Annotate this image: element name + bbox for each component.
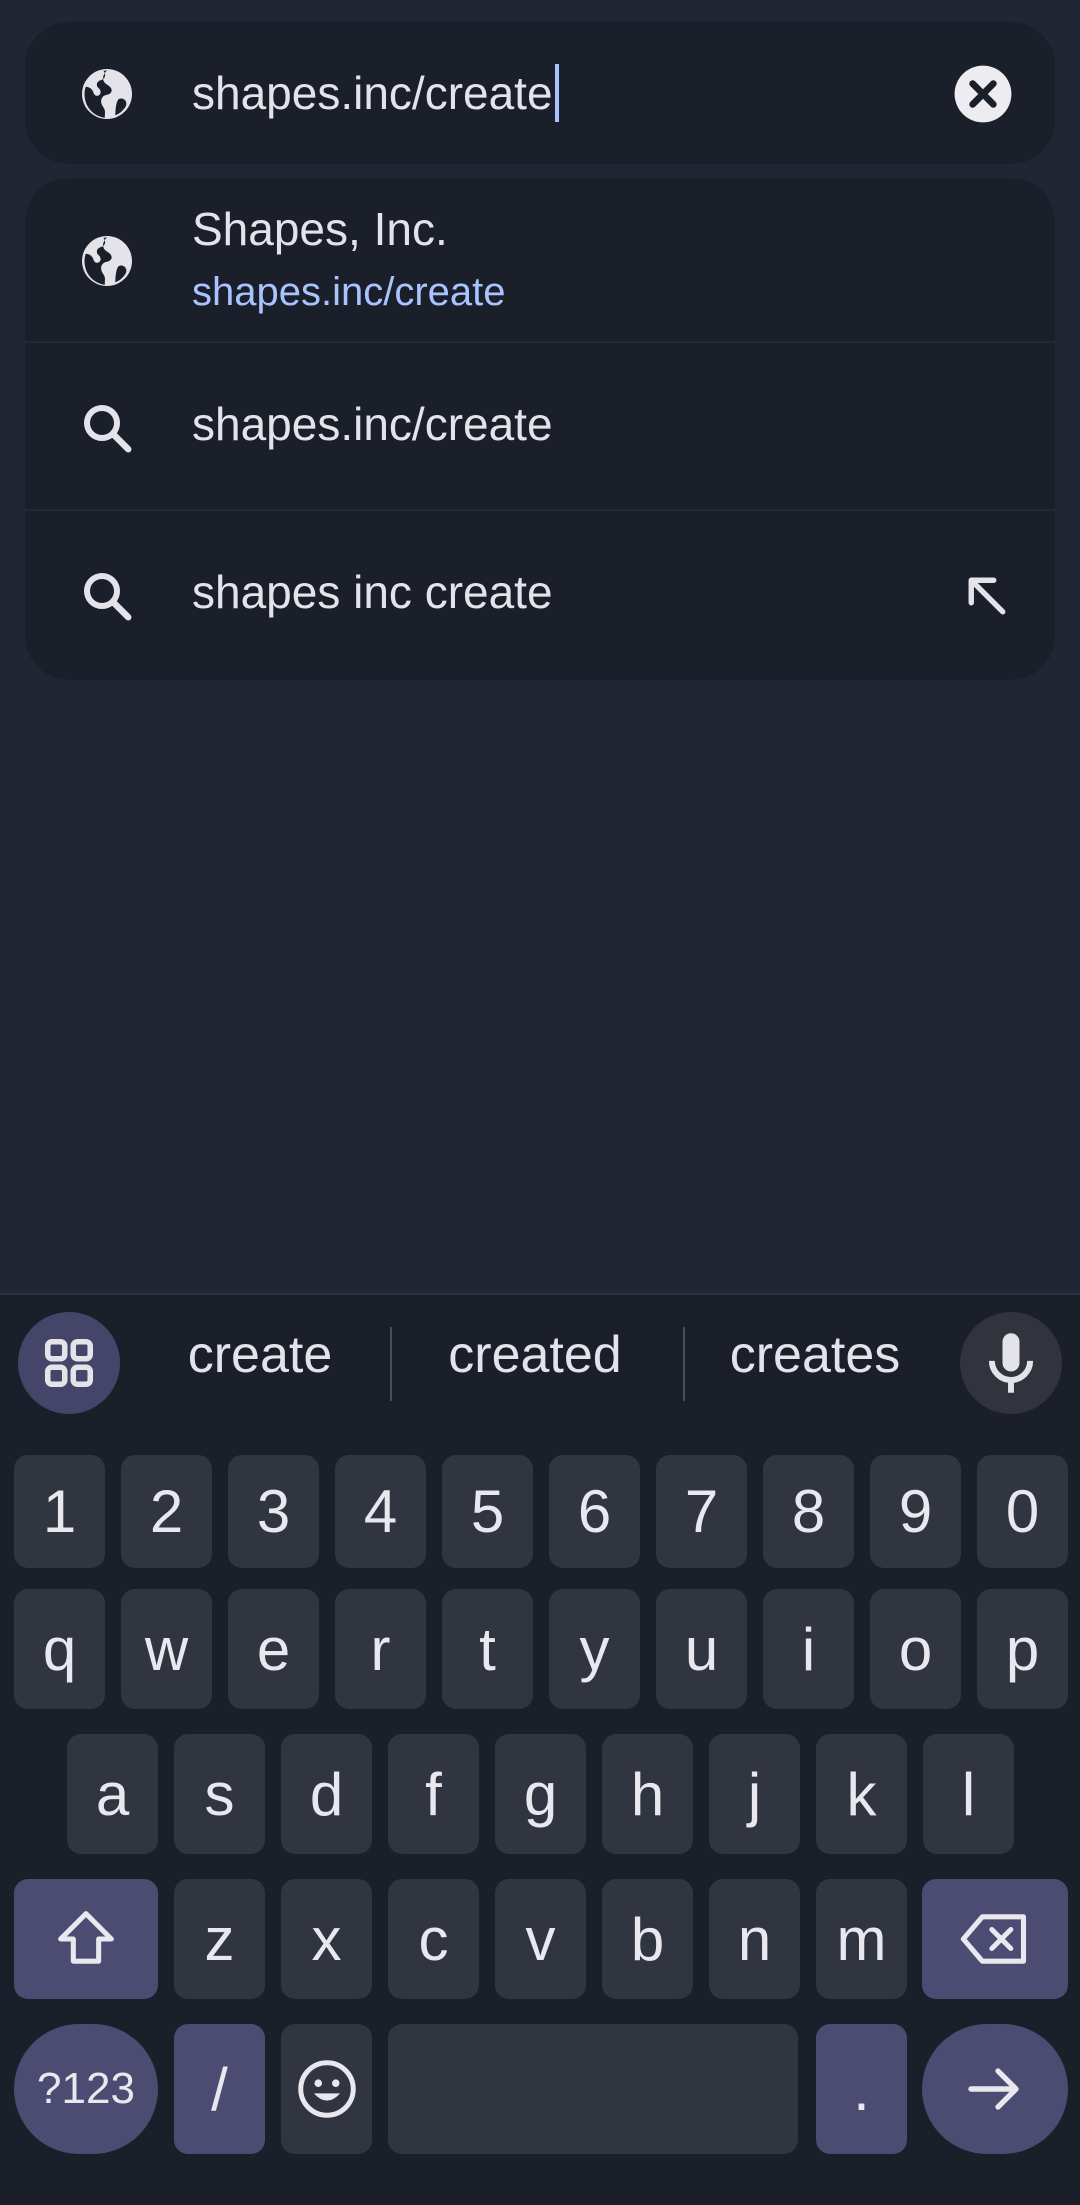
key-y[interactable]: y xyxy=(549,1589,640,1709)
clear-icon[interactable] xyxy=(952,63,1014,125)
suggestion-title: shapes.inc/create xyxy=(192,398,553,450)
slash-key[interactable]: / xyxy=(174,2024,265,2154)
insert-arrow-icon[interactable] xyxy=(960,569,1014,623)
key-m[interactable]: m xyxy=(816,1879,907,1999)
word-suggestion[interactable]: creates xyxy=(705,1325,925,1385)
globe-icon xyxy=(82,236,132,286)
key-k[interactable]: k xyxy=(816,1734,907,1854)
search-icon xyxy=(84,573,132,621)
key-3[interactable]: 3 xyxy=(228,1455,319,1568)
key-l[interactable]: l xyxy=(923,1734,1014,1854)
arrow-right-icon xyxy=(968,2068,1019,2110)
key-g[interactable]: g xyxy=(495,1734,586,1854)
suggestion-url: shapes.inc/create xyxy=(192,270,506,314)
text-cursor xyxy=(554,64,559,122)
word-suggestion[interactable]: created xyxy=(420,1325,650,1385)
microphone-icon xyxy=(988,1333,1034,1393)
key-q[interactable]: q xyxy=(14,1589,105,1709)
keyboard: create created creates 1 2 3 4 5 6 7 8 9… xyxy=(0,1293,1080,2205)
key-e[interactable]: e xyxy=(228,1589,319,1709)
key-p[interactable]: p xyxy=(977,1589,1068,1709)
url-input-text: shapes.inc/create xyxy=(192,67,553,119)
apps-grid-icon xyxy=(44,1338,94,1388)
backspace-icon xyxy=(960,1914,1027,1964)
divider xyxy=(390,1327,392,1401)
key-i[interactable]: i xyxy=(763,1589,854,1709)
word-suggestion[interactable]: create xyxy=(150,1325,370,1385)
key-r[interactable]: r xyxy=(335,1589,426,1709)
shift-icon xyxy=(58,1911,114,1964)
period-key[interactable]: . xyxy=(816,2024,907,2154)
emoji-key[interactable] xyxy=(281,2024,372,2154)
key-5[interactable]: 5 xyxy=(442,1455,533,1568)
backspace-key[interactable] xyxy=(922,1879,1068,1999)
key-8[interactable]: 8 xyxy=(763,1455,854,1568)
key-o[interactable]: o xyxy=(870,1589,961,1709)
key-s[interactable]: s xyxy=(174,1734,265,1854)
key-b[interactable]: b xyxy=(602,1879,693,1999)
key-x[interactable]: x xyxy=(281,1879,372,1999)
go-key[interactable] xyxy=(922,2024,1068,2154)
key-4[interactable]: 4 xyxy=(335,1455,426,1568)
symbols-key[interactable]: ?123 xyxy=(14,2024,158,2154)
key-1[interactable]: 1 xyxy=(14,1455,105,1568)
key-2[interactable]: 2 xyxy=(121,1455,212,1568)
key-j[interactable]: j xyxy=(709,1734,800,1854)
omnibox[interactable]: shapes.inc/create xyxy=(25,22,1055,164)
divider xyxy=(683,1327,685,1401)
key-h[interactable]: h xyxy=(602,1734,693,1854)
suggestion-list: Shapes, Inc. shapes.inc/create shapes.in… xyxy=(25,178,1055,680)
globe-icon xyxy=(82,69,132,119)
suggestion-item[interactable]: shapes inc create xyxy=(25,513,1055,680)
apps-grid-button[interactable] xyxy=(18,1312,120,1414)
url-input[interactable]: shapes.inc/create xyxy=(192,58,559,128)
key-6[interactable]: 6 xyxy=(549,1455,640,1568)
key-t[interactable]: t xyxy=(442,1589,533,1709)
key-d[interactable]: d xyxy=(281,1734,372,1854)
key-n[interactable]: n xyxy=(709,1879,800,1999)
key-w[interactable]: w xyxy=(121,1589,212,1709)
key-7[interactable]: 7 xyxy=(656,1455,747,1568)
key-f[interactable]: f xyxy=(388,1734,479,1854)
key-u[interactable]: u xyxy=(656,1589,747,1709)
shift-key[interactable] xyxy=(14,1879,158,1999)
emoji-icon xyxy=(297,2060,356,2118)
key-9[interactable]: 9 xyxy=(870,1455,961,1568)
key-z[interactable]: z xyxy=(174,1879,265,1999)
keyboard-suggestion-bar: create created creates xyxy=(0,1295,1080,1431)
suggestion-item[interactable]: shapes.inc/create xyxy=(25,345,1055,511)
suggestion-title: shapes inc create xyxy=(192,566,553,618)
search-icon xyxy=(84,405,132,453)
space-key[interactable] xyxy=(388,2024,798,2154)
key-c[interactable]: c xyxy=(388,1879,479,1999)
microphone-button[interactable] xyxy=(960,1312,1062,1414)
key-v[interactable]: v xyxy=(495,1879,586,1999)
suggestion-title: Shapes, Inc. xyxy=(192,203,448,255)
suggestion-item[interactable]: Shapes, Inc. shapes.inc/create xyxy=(25,178,1055,343)
key-0[interactable]: 0 xyxy=(977,1455,1068,1568)
key-a[interactable]: a xyxy=(67,1734,158,1854)
